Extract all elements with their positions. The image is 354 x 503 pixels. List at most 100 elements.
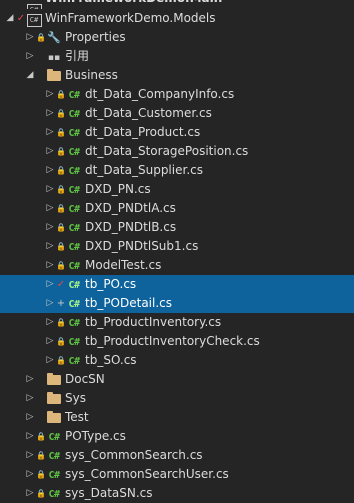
tree-item-label: dt_Data_Supplier.cs [85,163,203,177]
checked-in-lock-icon: 🔒 [36,33,46,42]
csharp-file-icon: C# [68,109,80,120]
csharp-file-icon: C# [68,280,80,291]
collapsed-arrow-icon[interactable]: ▷ [44,161,56,180]
tree-item-label: sys_DataSN.cs [65,486,153,500]
tree-item-winframeworkdemo-models[interactable]: ◢ ✓ C# WinFrameworkDemo.Models [0,9,354,28]
checked-in-lock-icon: 🔒 [36,489,46,498]
collapsed-arrow-icon[interactable]: ▷ [44,256,56,275]
tree-item-business[interactable]: ◢ Business [0,66,354,85]
collapsed-arrow-icon[interactable]: ▷ [44,218,56,237]
tree-item-tb-productinventory-cs[interactable]: ▷ 🔒 C# tb_ProductInventory.cs [0,313,354,332]
tree-item-label: dt_Data_StoragePosition.cs [85,144,249,158]
tree-item-properties[interactable]: ▷ 🔒🔧 Properties [0,28,354,47]
csharp-project-icon: C# [26,0,42,9]
collapsed-arrow-icon[interactable]: ▷ [44,123,56,142]
folder-icon [46,370,62,389]
tree-item-label: ModelTest.cs [85,258,162,272]
solution-explorer-tree: ▷C#WinFrameworkDemo.Main◢✓C#WinFramework… [0,0,354,503]
tree-item-label: Sys [65,391,86,405]
folder-icon [46,66,62,85]
tree-item-label: sys_CommonSearchUser.cs [65,467,229,481]
tree-item-dxd-pn-cs[interactable]: ▷ 🔒 C# DXD_PN.cs [0,180,354,199]
checked-in-lock-icon: 🔒 [36,432,46,441]
tree-item-dt-data-companyinfo-cs[interactable]: ▷ 🔒 C# dt_Data_CompanyInfo.cs [0,85,354,104]
expanded-arrow-icon[interactable]: ◢ [24,66,36,85]
tree-item-label: dt_Data_CompanyInfo.cs [85,87,235,101]
tree-item-label: POType.cs [65,429,126,443]
tree-item-label: Properties [65,30,126,44]
checked-in-lock-icon: 🔒 [56,261,66,270]
tree-item-modeltest-cs[interactable]: ▷ 🔒 C# ModelTest.cs [0,256,354,275]
csharp-file-icon: C# [68,204,80,215]
tree-item-dt-data-storageposition-cs[interactable]: ▷ 🔒 C# dt_Data_StoragePosition.cs [0,142,354,161]
tree-item-label: DXD_PN.cs [85,182,151,196]
folder-icon [46,389,62,408]
tree-item-dxd-pndtla-cs[interactable]: ▷ 🔒 C# DXD_PNDtlA.cs [0,199,354,218]
collapsed-arrow-icon[interactable]: ▷ [24,465,36,484]
collapsed-arrow-icon[interactable]: ▷ [24,484,36,503]
expanded-arrow-icon[interactable]: ◢ [4,9,16,28]
checked-in-lock-icon: 🔒 [56,147,66,156]
collapsed-arrow-icon[interactable]: ▷ [24,28,36,47]
wrench-icon: 🔧 [47,31,61,44]
tree-item-dt-data-customer-cs[interactable]: ▷ 🔒 C# dt_Data_Customer.cs [0,104,354,123]
tree-item-label: dt_Data_Product.cs [85,125,201,139]
collapsed-arrow-icon[interactable]: ▷ [44,85,56,104]
tree-item-label: Business [65,68,118,82]
csharp-file-icon: C# [48,432,60,443]
collapsed-arrow-icon[interactable]: ▷ [44,104,56,123]
tree-item-引用[interactable]: ▷ ▪▪ 引用 [0,47,354,66]
collapsed-arrow-icon[interactable]: ▷ [44,199,56,218]
checked-in-lock-icon: 🔒 [56,166,66,175]
collapsed-arrow-icon[interactable]: ▷ [44,237,56,256]
collapsed-arrow-icon[interactable]: ▷ [44,142,56,161]
checked-in-lock-icon: 🔒 [56,223,66,232]
tree-item-sys-commonsearchuser-cs[interactable]: ▷ 🔒 C# sys_CommonSearchUser.cs [0,465,354,484]
checked-in-lock-icon: 🔒 [56,337,66,346]
checked-in-lock-icon: 🔒 [56,90,66,99]
tree-item-label: DXD_PNDtlSub1.cs [85,239,199,253]
collapsed-arrow-icon[interactable]: ▷ [24,389,36,408]
tree-item-sys-datasn-cs[interactable]: ▷ 🔒 C# sys_DataSN.cs [0,484,354,503]
csharp-file-icon: C# [68,223,80,234]
tree-item-tb-po-cs[interactable]: ▷ ✓ C# tb_PO.cs [0,275,354,294]
collapsed-arrow-icon[interactable]: ▷ [44,180,56,199]
tree-item-tb-podetail-cs[interactable]: ▷ + C# tb_PODetail.cs [0,294,354,313]
tree-item-tb-so-cs[interactable]: ▷ 🔒 C# tb_SO.cs [0,351,354,370]
tree-item-label: WinFrameworkDemo.Models [45,11,216,25]
tree-item-sys[interactable]: ▷ Sys [0,389,354,408]
folder-icon [46,408,62,427]
tree-item-dxd-pndtlsub1-cs[interactable]: ▷ 🔒 C# DXD_PNDtlSub1.cs [0,237,354,256]
tree-item-winframeworkdemo-main[interactable]: ▷C#WinFrameworkDemo.Main [0,0,354,9]
tree-item-label: sys_CommonSearch.cs [65,448,203,462]
collapsed-arrow-icon[interactable]: ▷ [24,408,36,427]
collapsed-arrow-icon[interactable]: ▷ [44,275,56,294]
tree-item-docsn[interactable]: ▷ DocSN [0,370,354,389]
collapsed-arrow-icon[interactable]: ▷ [24,446,36,465]
tree-item-tb-productinventorycheck-cs[interactable]: ▷ 🔒 C# tb_ProductInventoryCheck.cs [0,332,354,351]
csharp-file-icon: C# [68,337,80,348]
csharp-project-icon: C# [26,9,42,28]
tree-item-test[interactable]: ▷ Test [0,408,354,427]
csharp-file-icon: C# [68,166,80,177]
checked-in-lock-icon: 🔒 [36,470,46,479]
collapsed-arrow-icon[interactable]: ▷ [44,351,56,370]
collapsed-arrow-icon[interactable]: ▷ [44,313,56,332]
tree-item-dxd-pndtlb-cs[interactable]: ▷ 🔒 C# DXD_PNDtlB.cs [0,218,354,237]
collapsed-arrow-icon[interactable]: ▷ [24,427,36,446]
csharp-file-icon: C# [68,90,80,101]
tree-item-dt-data-product-cs[interactable]: ▷ 🔒 C# dt_Data_Product.cs [0,123,354,142]
tree-item-label: tb_ProductInventoryCheck.cs [85,334,260,348]
tree-item-potype-cs[interactable]: ▷ 🔒 C# POType.cs [0,427,354,446]
csharp-file-icon: C# [68,318,80,329]
collapsed-arrow-icon[interactable]: ▷ [24,370,36,389]
checked-in-lock-icon: 🔒 [56,318,66,327]
tree-item-dt-data-supplier-cs[interactable]: ▷ 🔒 C# dt_Data_Supplier.cs [0,161,354,180]
collapsed-arrow-icon[interactable]: ▷ [44,294,56,313]
collapsed-arrow-icon[interactable]: ▷ [44,332,56,351]
tree-item-label: Test [65,410,89,424]
tree-item-sys-commonsearch-cs[interactable]: ▷ 🔒 C# sys_CommonSearch.cs [0,446,354,465]
csharp-file-icon: C# [68,299,80,310]
tree-item-label: DocSN [65,372,105,386]
collapsed-arrow-icon[interactable]: ▷ [24,47,36,66]
